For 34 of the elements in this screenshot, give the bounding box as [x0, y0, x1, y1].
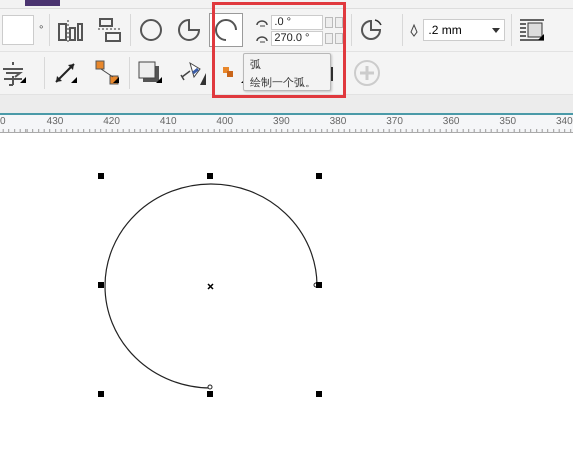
ruler-label: 350	[498, 115, 518, 129]
ruler-label: 400	[215, 115, 234, 129]
ruler-label: 360	[442, 115, 460, 129]
ruler-label: 390	[272, 115, 291, 129]
spin-up-button[interactable]	[335, 32, 344, 44]
outline-width: .2 mm	[428, 23, 462, 37]
ruler-label: 380	[328, 115, 348, 129]
dropdown-arrow-icon	[492, 28, 500, 32]
selection-handle[interactable]	[316, 391, 322, 397]
selection-handle[interactable]	[207, 391, 213, 397]
arc-button[interactable]	[209, 13, 244, 47]
selection-handle[interactable]	[207, 173, 213, 179]
degree-unit: °	[39, 24, 44, 36]
selection-handle[interactable]	[316, 282, 322, 288]
angle-field[interactable]: .0 °	[271, 14, 324, 30]
node-handle[interactable]	[208, 384, 212, 390]
ruler-label: 420	[102, 115, 121, 129]
selection-handle[interactable]	[98, 282, 104, 288]
ruler-label: 410	[158, 115, 178, 129]
spin-up-button[interactable]	[335, 16, 344, 28]
tooltip-description: 绘制一个弧。	[250, 76, 317, 90]
ruler-label: 0	[0, 115, 7, 129]
selection-handle[interactable]	[98, 173, 104, 179]
selection-handle[interactable]	[98, 391, 104, 397]
angle-field[interactable]: 270.0 °	[271, 30, 324, 46]
ruler-label: 430	[46, 115, 64, 129]
input-field[interactable]	[2, 15, 34, 45]
ruler-label: 370	[385, 115, 404, 129]
ruler-label: 340	[554, 115, 573, 129]
tooltip-title: 弧	[250, 58, 262, 72]
outline-width-dropdown[interactable]: .2 mm	[423, 19, 506, 41]
center-mark	[207, 283, 214, 290]
pen-icon[interactable]	[409, 22, 420, 38]
selection-handle[interactable]	[316, 173, 322, 179]
